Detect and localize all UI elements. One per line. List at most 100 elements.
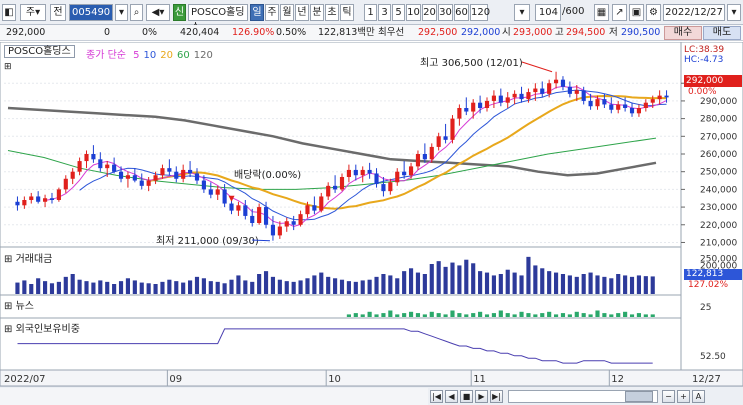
volume-bar (139, 282, 144, 294)
volume-bar (284, 281, 289, 294)
hc-label: HC:-4.73 (684, 55, 724, 65)
volume-bar (636, 275, 641, 294)
volume-bar (547, 271, 552, 294)
stock-code-input[interactable]: 005490 (69, 4, 113, 21)
news-bar (623, 311, 628, 317)
zoom-thumb[interactable] (625, 391, 653, 402)
interval-button-7[interactable]: 120 (470, 4, 490, 21)
scroll-right-icon[interactable]: ▶ (475, 390, 488, 403)
toolbar: ◧ 주▾ 전 005490 ▾ ⌕ ◀▾ 신 POSCO홀딩스 일주월년분초틱 … (0, 0, 743, 33)
volume-bar (118, 281, 124, 294)
chart-type-icon[interactable]: ↗ (612, 4, 627, 21)
interval-button-0[interactable]: 1 (364, 4, 377, 21)
period-tab-3[interactable]: 년 (295, 4, 309, 21)
price-tick-label: 290,000 (700, 97, 737, 107)
market-select[interactable]: 주▾ (20, 4, 46, 21)
volume-bar (63, 276, 68, 294)
scroll-left-icon[interactable]: ◀ (445, 390, 458, 403)
scroll-first-icon[interactable]: |◀ (430, 390, 443, 403)
foreign-pane-label: 외국인보유비중 (15, 324, 80, 335)
period-tab-4[interactable]: 분 (310, 4, 324, 21)
candle-body (547, 83, 552, 94)
dropdown-icon[interactable]: ▾ (514, 4, 530, 21)
news-bar (512, 314, 517, 317)
volume-bar (49, 283, 55, 294)
zoom-out-icon[interactable]: − (662, 390, 675, 403)
volume-bar (125, 278, 131, 294)
period-kind-button[interactable]: 전 (50, 4, 66, 21)
volume-bar (643, 276, 648, 294)
search-icon[interactable]: ⌕ (130, 4, 143, 21)
low-annotation: 최저 211,000 (09/30) (156, 235, 259, 247)
news-bar (547, 311, 552, 317)
expand-icon[interactable]: ⊞ (4, 62, 12, 72)
candle-body (512, 93, 517, 98)
volume-bar (326, 276, 331, 294)
interval-button-1[interactable]: 3 (378, 4, 391, 21)
candle-body (263, 207, 269, 225)
volume-pct-tag: 127.02% (688, 280, 729, 290)
grid-icon[interactable]: ▦ (594, 4, 609, 21)
code-dropdown-icon[interactable]: ▾ (115, 4, 128, 21)
news-bar (464, 314, 469, 317)
interval-button-5[interactable]: 30 (438, 4, 453, 21)
candle-body (408, 166, 414, 176)
calendar-icon[interactable]: ▾ (727, 4, 741, 21)
scroll-stop-icon[interactable]: ■ (460, 390, 473, 403)
news-bar (574, 311, 579, 317)
sound-icon[interactable]: ◀▾ (146, 4, 170, 21)
volume-bar (77, 279, 82, 294)
gear-icon[interactable]: ⚙ (646, 4, 661, 21)
period-tab-6[interactable]: 틱 (340, 4, 354, 21)
candle-body (415, 154, 421, 167)
date-field[interactable]: 2022/12/27 (663, 4, 725, 21)
interval-button-4[interactable]: 20 (422, 4, 437, 21)
zoom-slider[interactable] (508, 390, 658, 403)
price-pane-label[interactable]: POSCO홀딩스 (4, 45, 75, 58)
volume-bar (560, 274, 566, 294)
scroll-last-icon[interactable]: ▶| (490, 390, 503, 403)
open-price: 293,000 (513, 27, 553, 38)
scroll-track[interactable] (0, 388, 428, 405)
volume-bar (471, 263, 476, 294)
count-input[interactable]: 104 (535, 4, 561, 21)
price-chart[interactable]: 300,000290,000280,000270,000260,000250,0… (0, 41, 743, 387)
volume-bar (98, 280, 103, 294)
news-bar (609, 314, 614, 317)
volume-bar (305, 278, 310, 294)
period-tab-5[interactable]: 초 (325, 4, 339, 21)
volume-bar (408, 268, 414, 294)
candle-body (132, 175, 137, 181)
candle-body (395, 171, 400, 183)
save-icon[interactable]: ▣ (629, 4, 644, 21)
candle-body (636, 108, 641, 114)
buy-button[interactable]: 매수 (664, 26, 702, 40)
volume-bar (188, 280, 193, 294)
layout-icon[interactable]: ◧ (2, 4, 16, 21)
period-tab-1[interactable]: 주 (265, 4, 279, 21)
volume-bar (464, 259, 469, 294)
volume-bar (381, 274, 386, 294)
news-bar (629, 314, 635, 317)
period-tab-0[interactable]: 일 (250, 4, 264, 21)
chart-scrollbar[interactable]: |◀ ◀ ■ ▶ ▶| − + A (0, 386, 743, 405)
zoom-in-icon[interactable]: + (677, 390, 690, 403)
candle-body (339, 177, 345, 190)
interval-button-2[interactable]: 5 (392, 4, 405, 21)
volume-bar (367, 279, 372, 294)
interval-button-3[interactable]: 10 (406, 4, 421, 21)
news-bar (519, 311, 524, 317)
volume-bar (346, 281, 351, 294)
chart-area[interactable]: 300,000290,000280,000270,000260,000250,0… (0, 41, 743, 405)
period-tab-2[interactable]: 월 (280, 4, 294, 21)
text-size-icon[interactable]: A (692, 390, 705, 403)
sell-button[interactable]: 매도 (703, 26, 741, 40)
candle-body (402, 171, 407, 176)
price-tick-label: 270,000 (700, 132, 737, 142)
candle-body (174, 171, 179, 179)
interval-button-6[interactable]: 60 (454, 4, 469, 21)
volume-bar (422, 274, 427, 294)
news-bar (595, 310, 600, 317)
candle-body (602, 99, 607, 105)
candle-body (491, 95, 496, 101)
